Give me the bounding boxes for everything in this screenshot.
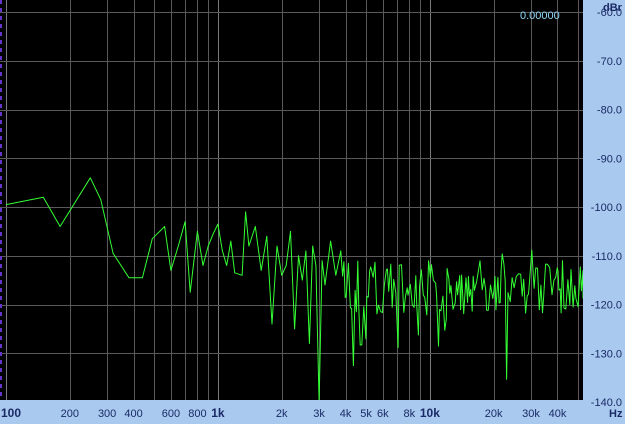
x-tick-label: 200 <box>61 408 79 420</box>
x-tick-label: 8k <box>404 408 416 420</box>
y-tick-label: -100.0 <box>591 202 622 214</box>
x-tick-label: 20k <box>485 408 503 420</box>
x-tick-label: 10k <box>420 406 440 420</box>
y-axis-unit: dBr <box>603 2 623 14</box>
x-tick-label: 6k <box>377 408 389 420</box>
fft-analyzer-chart: -60.0 -70.0 -80.0 -90.0 -100.0 -110.0 -120.0 -1… <box>0 0 625 424</box>
x-tick-label: 100 <box>1 406 21 420</box>
x-tick-label: 5k <box>360 408 372 420</box>
x-tick-label: 600 <box>162 408 180 420</box>
y-tick-label: -80.0 <box>597 105 622 117</box>
x-tick-label: 4k <box>340 408 352 420</box>
fft-plot-svg: -60.0-70.0-80.0-90.0-100.0-110.0-120.0-1… <box>0 0 625 424</box>
x-tick-label: 40k <box>549 408 567 420</box>
y-tick-label: -120.0 <box>591 300 622 312</box>
x-tick-label: 400 <box>124 408 142 420</box>
y-tick-label: -70.0 <box>597 56 622 68</box>
x-tick-label: 30k <box>522 408 540 420</box>
value-readout: 0.00000 <box>520 10 560 22</box>
x-tick-label: 800 <box>188 408 206 420</box>
x-axis-unit: Hz <box>609 408 623 420</box>
y-tick-label: -90.0 <box>597 153 622 165</box>
x-tick-label: 2k <box>276 408 288 420</box>
y-tick-label: -130.0 <box>591 348 622 360</box>
x-tick-label: 3k <box>313 408 325 420</box>
x-tick-label: 300 <box>98 408 116 420</box>
y-tick-label: -110.0 <box>592 251 622 263</box>
x-tick-label: 1k <box>211 406 225 420</box>
